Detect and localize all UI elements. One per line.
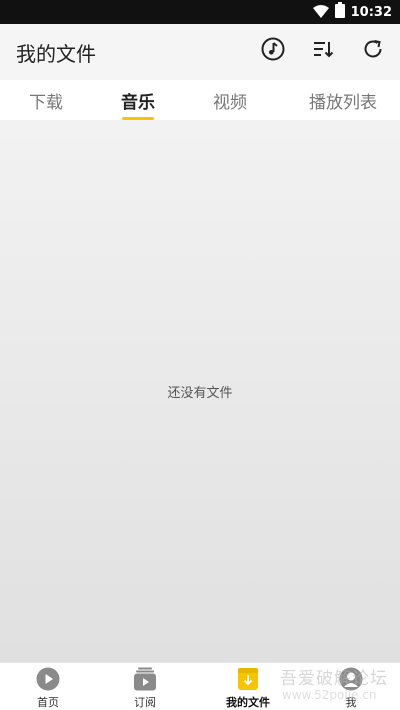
battery-icon bbox=[334, 2, 345, 22]
bottom-nav: 首页 订阅 我的文件 我 bbox=[0, 662, 400, 710]
page-title: 我的文件 bbox=[16, 42, 96, 66]
music-note-icon bbox=[261, 37, 285, 65]
tab-downloads[interactable]: 下载 bbox=[16, 80, 76, 120]
sort-button[interactable] bbox=[310, 38, 336, 64]
tab-video[interactable]: 视频 bbox=[200, 80, 260, 120]
nav-label-me: 我 bbox=[345, 696, 357, 709]
wifi-icon bbox=[312, 3, 329, 22]
refresh-button[interactable] bbox=[360, 38, 386, 64]
status-bar: 10:32 bbox=[0, 0, 400, 24]
nav-item-me[interactable]: 我 bbox=[303, 663, 399, 710]
tab-music[interactable]: 音乐 bbox=[108, 80, 168, 120]
nav-label-subscription: 订阅 bbox=[134, 696, 156, 709]
nav-label-home: 首页 bbox=[37, 696, 59, 709]
nav-item-my-files[interactable]: 我的文件 bbox=[200, 663, 296, 710]
status-time: 10:32 bbox=[350, 4, 392, 20]
sort-icon bbox=[311, 37, 335, 65]
refresh-icon bbox=[361, 37, 385, 65]
nav-item-home[interactable]: 首页 bbox=[0, 663, 96, 710]
file-list-area: 还没有文件 bbox=[0, 120, 400, 662]
tab-bar: 下载 音乐 视频 播放列表 bbox=[0, 80, 400, 120]
profile-icon bbox=[339, 667, 363, 691]
nav-label-my-files: 我的文件 bbox=[226, 696, 270, 709]
play-icon bbox=[36, 667, 60, 691]
nav-item-subscription[interactable]: 订阅 bbox=[97, 663, 193, 710]
subscription-icon bbox=[133, 667, 157, 691]
download-file-icon bbox=[236, 667, 260, 691]
empty-state-text: 还没有文件 bbox=[167, 386, 233, 401]
app-bar: 我的文件 bbox=[0, 24, 400, 80]
tab-playlist[interactable]: 播放列表 bbox=[298, 80, 388, 120]
music-filter-button[interactable] bbox=[260, 37, 286, 65]
